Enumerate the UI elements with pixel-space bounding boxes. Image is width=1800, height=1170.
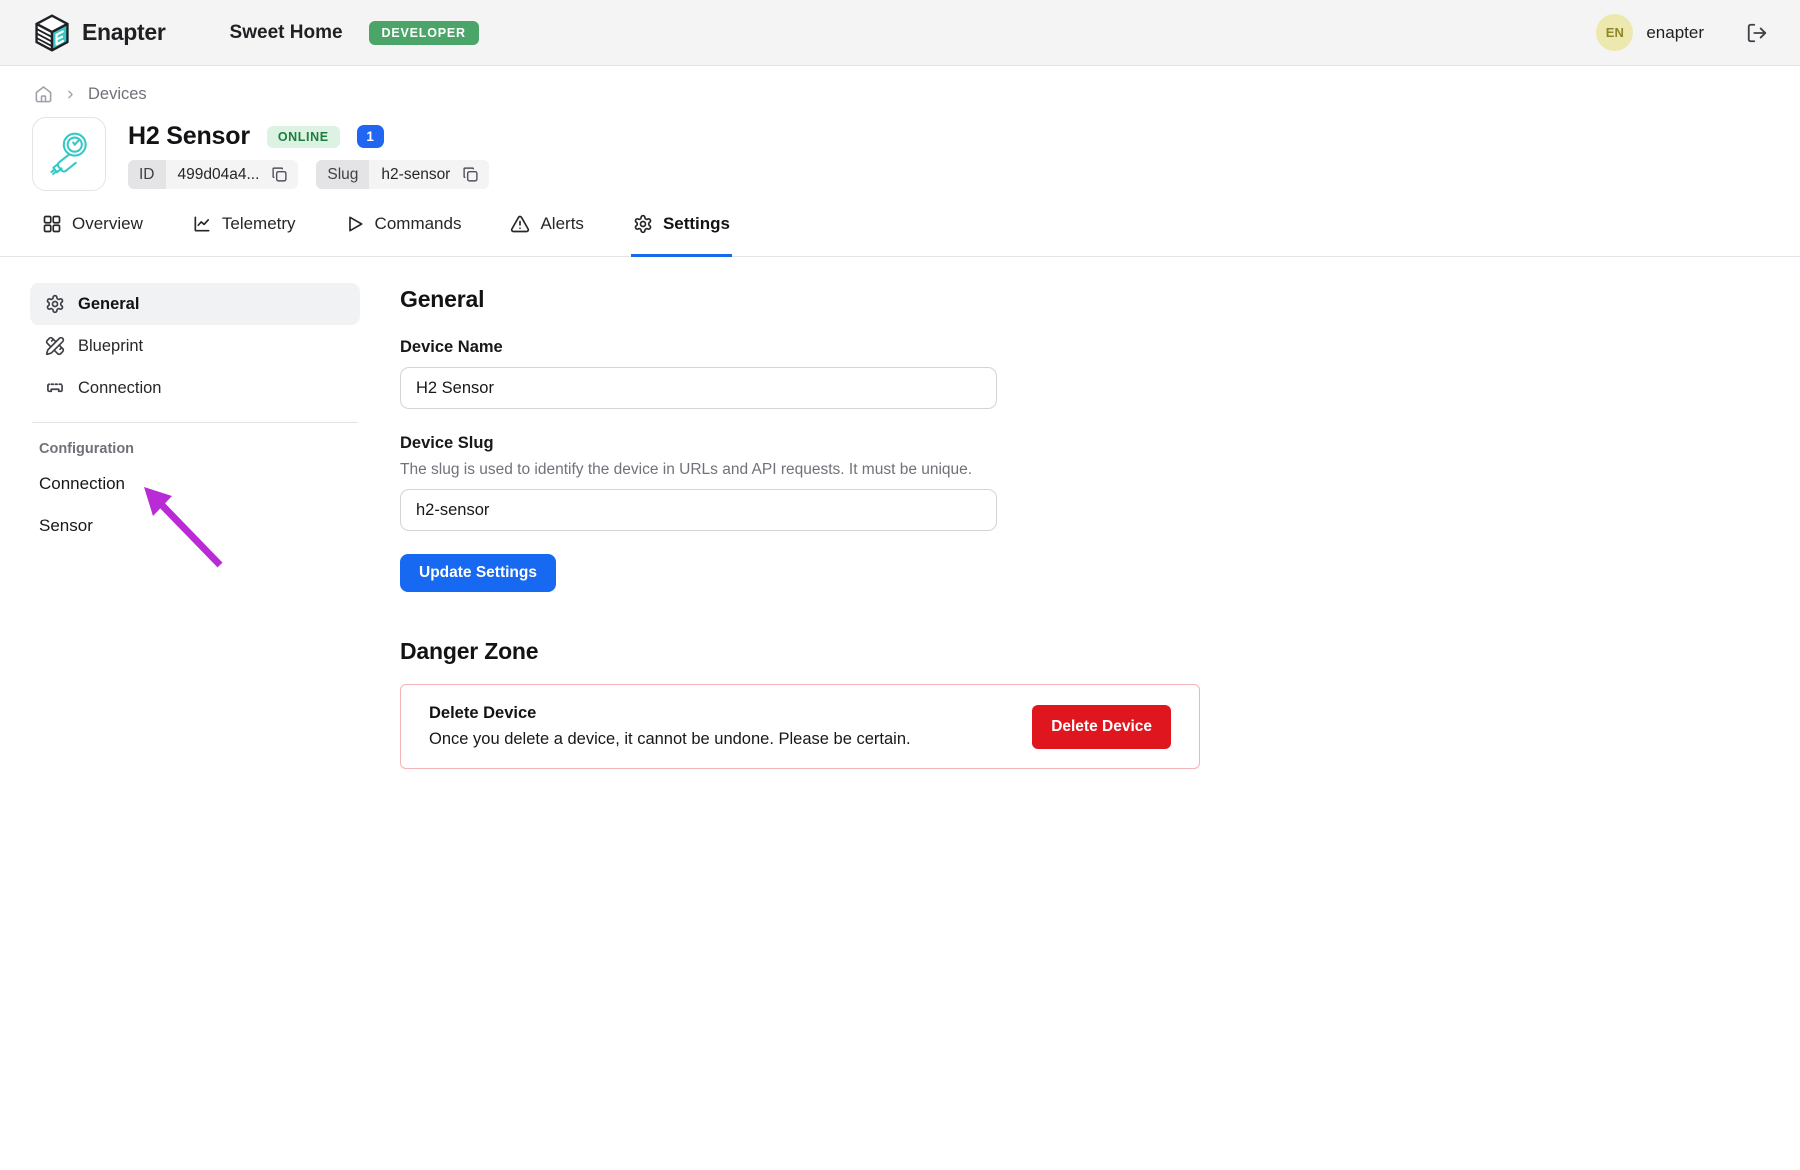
copy-slug-button[interactable] (462, 166, 489, 183)
delete-device-button[interactable]: Delete Device (1032, 705, 1171, 749)
tab-label: Alerts (540, 214, 583, 234)
grid-icon (42, 214, 62, 234)
delete-device-card-body: Delete Device Once you delete a device, … (429, 704, 911, 749)
settings-content: General Blueprint Connection (0, 257, 1800, 769)
tab-overview[interactable]: Overview (40, 212, 145, 257)
device-avatar (32, 117, 106, 191)
breadcrumb-chevron-icon (64, 88, 77, 101)
device-slug-input[interactable] (400, 489, 997, 531)
tab-label: Telemetry (222, 214, 296, 234)
play-icon (345, 214, 365, 234)
device-slug-label: Slug (316, 160, 369, 189)
sidebar-item-label: Blueprint (78, 337, 143, 356)
breadcrumb: Devices (0, 66, 1800, 104)
sidebar-item-config-connection[interactable]: Connection (30, 463, 360, 505)
copy-icon (271, 166, 288, 183)
user-menu[interactable]: EN enapter (1596, 14, 1704, 51)
user-avatar[interactable]: EN (1596, 14, 1633, 51)
line-chart-icon (192, 214, 212, 234)
brand[interactable]: Enapter (32, 13, 166, 53)
brand-name: Enapter (82, 19, 166, 46)
tab-alerts[interactable]: Alerts (508, 212, 585, 257)
gear-icon (45, 294, 65, 314)
device-id-label: ID (128, 160, 166, 189)
device-slug-chip: Slug h2-sensor (316, 160, 489, 189)
delete-device-card-title: Delete Device (429, 704, 911, 723)
device-name-input[interactable] (400, 367, 997, 409)
tab-label: Overview (72, 214, 143, 234)
gauge-sensor-icon (44, 129, 94, 179)
logout-button[interactable] (1746, 22, 1768, 44)
logout-icon (1746, 22, 1768, 44)
sidebar-item-connection[interactable]: Connection (30, 367, 360, 409)
device-slug-field-group: Device Slug The slug is used to identify… (400, 434, 1200, 531)
delete-device-card-text: Once you delete a device, it cannot be u… (429, 730, 911, 749)
developer-badge: DEVELOPER (369, 21, 479, 45)
tab-label: Commands (375, 214, 462, 234)
sidebar-item-label: Connection (78, 379, 161, 398)
device-name-field-group: Device Name (400, 338, 1200, 409)
sidebar-item-general[interactable]: General (30, 283, 360, 325)
alert-count-badge[interactable]: 1 (357, 125, 384, 148)
sidebar-item-config-sensor[interactable]: Sensor (30, 505, 360, 547)
pencil-ruler-icon (45, 336, 65, 356)
tab-telemetry[interactable]: Telemetry (190, 212, 298, 257)
online-status-badge: ONLINE (267, 126, 340, 148)
sidebar-divider (32, 422, 358, 423)
delete-device-card: Delete Device Once you delete a device, … (400, 684, 1200, 769)
enapter-logo-icon (32, 13, 72, 53)
copy-icon (462, 166, 479, 183)
gear-icon (633, 214, 653, 234)
home-icon[interactable] (34, 85, 53, 104)
workspace-name[interactable]: Sweet Home (230, 22, 343, 44)
tab-settings[interactable]: Settings (631, 212, 732, 257)
warning-triangle-icon (510, 214, 530, 234)
sidebar-item-blueprint[interactable]: Blueprint (30, 325, 360, 367)
device-id-value: 499d04a4... (166, 166, 272, 184)
app-header: Enapter Sweet Home DEVELOPER EN enapter (0, 0, 1800, 66)
update-settings-button[interactable]: Update Settings (400, 554, 556, 592)
device-name-field-label: Device Name (400, 338, 1200, 357)
settings-sidebar: General Blueprint Connection (30, 283, 360, 769)
copy-id-button[interactable] (271, 166, 298, 183)
device-slug-help-text: The slug is used to identify the device … (400, 461, 1200, 479)
tab-commands[interactable]: Commands (343, 212, 464, 257)
breadcrumb-devices-link[interactable]: Devices (88, 85, 147, 104)
device-slug-value: h2-sensor (369, 166, 462, 184)
device-slug-field-label: Device Slug (400, 434, 1200, 453)
device-id-chip: ID 499d04a4... (128, 160, 298, 189)
user-name: enapter (1646, 23, 1704, 43)
tab-label: Settings (663, 214, 730, 234)
danger-zone-title: Danger Zone (400, 638, 1200, 665)
general-section-title: General (400, 286, 1200, 313)
device-header: H2 Sensor ONLINE 1 ID 499d04a4... Slu (0, 104, 1800, 191)
device-meta: H2 Sensor ONLINE 1 ID 499d04a4... Slu (128, 117, 489, 191)
device-title: H2 Sensor (128, 122, 250, 151)
sidebar-section-title: Configuration (30, 439, 360, 463)
device-tab-bar: Overview Telemetry Commands Alerts (0, 212, 1800, 257)
ethernet-port-icon (45, 378, 65, 398)
sidebar-item-label: General (78, 295, 139, 314)
settings-main: General Device Name Device Slug The slug… (400, 283, 1200, 769)
